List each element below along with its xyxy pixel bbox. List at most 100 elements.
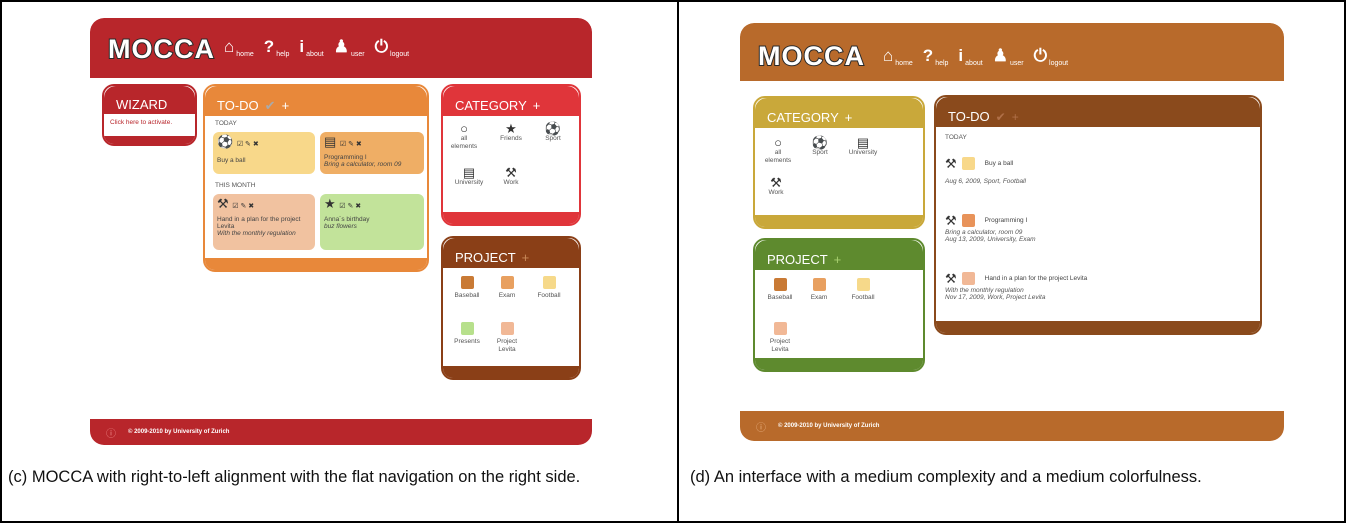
todo-header: TO-DO ✔ + <box>936 97 1260 127</box>
check-icon[interactable]: ✔ <box>996 110 1006 124</box>
project-header: PROJECT + <box>443 238 579 268</box>
category-item[interactable]: ⚒ Work <box>491 166 531 187</box>
project-item[interactable]: Football <box>843 278 883 302</box>
wizard-header: WIZARD <box>104 86 195 114</box>
circle-icon: ○ <box>774 135 782 150</box>
category-footer <box>755 215 923 227</box>
nav-user[interactable]: ♟ user <box>992 46 1024 68</box>
footer-bar: ⓘ © 2009-2010 by University of Zurich <box>90 419 592 445</box>
add-icon[interactable]: + <box>282 98 290 113</box>
category-footer <box>443 212 579 224</box>
about-icon: i <box>299 37 305 56</box>
soccer-ball-icon: ⚽ <box>811 135 829 150</box>
nav-home[interactable]: ⌂ home <box>224 37 254 59</box>
project-item[interactable]: Baseball <box>761 278 799 302</box>
about-icon: i <box>958 46 964 65</box>
project-item[interactable]: Exam <box>489 276 525 300</box>
todo-item[interactable]: ⚒ Buy a ball Aug 6, 2009, Sport, Footbal… <box>945 157 1245 185</box>
todo-footer <box>936 321 1260 333</box>
project-item[interactable]: Baseball <box>449 276 485 300</box>
logout-icon: ⏻ <box>374 37 389 56</box>
footer-bar: ⓘ © 2009-2010 by University of Zurich <box>740 411 1284 441</box>
nav-logout[interactable]: ⏻ logout <box>374 37 410 59</box>
project-box: PROJECT + Baseball Exam Football Present… <box>441 236 581 380</box>
todo-card[interactable]: ⚒ ☑ ✎ ✖ Hand in a plan for the project L… <box>213 194 315 250</box>
project-footer <box>755 358 923 370</box>
calculator-icon: ▤ <box>462 165 476 180</box>
todo-card[interactable]: ▤ ☑ ✎ ✖ Programming I Bring a calculator… <box>320 132 424 174</box>
add-icon[interactable]: + <box>845 110 853 125</box>
star-icon: ★ <box>505 121 517 136</box>
caption-c: (c) MOCCA with right-to-left alignment w… <box>8 468 581 486</box>
project-item[interactable]: Presents <box>449 322 485 346</box>
mocca-screen-d: MOCCA ⌂ home ? help i about ♟ user ⏻ logout C… <box>740 23 1284 441</box>
tools-icon: ⚒ <box>770 175 782 190</box>
todo-card[interactable]: ★ ☑ ✎ ✖ Anna´s birthday buz flowers <box>320 194 424 250</box>
category-box: CATEGORY + ○ all elements ★ Friends ⚽ Sport… <box>441 84 581 226</box>
user-icon: ♟ <box>333 37 349 56</box>
category-item[interactable]: ⚒ Work <box>761 176 791 197</box>
project-item[interactable]: Project Levita <box>761 322 799 354</box>
add-icon[interactable]: + <box>522 250 530 265</box>
tools-icon: ⚒ <box>945 271 957 286</box>
circle-icon: ○ <box>460 121 468 136</box>
nav-about[interactable]: i about <box>958 46 982 68</box>
help-icon: ? <box>922 46 934 65</box>
todo-card[interactable]: ⚽ ☑ ✎ ✖ Buy a ball <box>213 132 315 174</box>
home-icon: ⌂ <box>883 46 894 65</box>
help-icon: ? <box>263 37 275 56</box>
logout-icon: ⏻ <box>1033 46 1048 65</box>
project-item[interactable]: Project Levita <box>489 322 525 354</box>
tools-icon: ⚒ ☑ ✎ ✖ <box>217 196 255 211</box>
soccer-ball-icon: ⚽ <box>544 121 562 136</box>
nav-help[interactable]: ? help <box>263 37 290 59</box>
category-header: CATEGORY + <box>443 86 579 116</box>
star-icon: ★ ☑ ✎ ✖ <box>324 196 362 211</box>
add-icon[interactable]: + <box>533 98 541 113</box>
caption-d: (d) An interface with a medium complexit… <box>690 468 1202 486</box>
category-item[interactable]: ○ all elements <box>449 122 479 151</box>
category-item[interactable]: ⚽ Sport <box>805 136 835 157</box>
mocca-screen-c: MOCCA ⌂ home ? help i about ♟ user ⏻ logout W… <box>90 18 592 445</box>
wizard-activate-link[interactable]: Click here to activate. <box>104 114 195 131</box>
info-icon: ⓘ <box>106 428 116 440</box>
soccer-ball-icon: ⚽ ☑ ✎ ✖ <box>217 134 259 149</box>
info-icon: ⓘ <box>756 422 766 434</box>
category-item[interactable]: ▤ University <box>841 136 885 157</box>
nav-help[interactable]: ? help <box>922 46 949 68</box>
nav-home[interactable]: ⌂ home <box>883 46 913 68</box>
category-box: CATEGORY + ○ all elements ⚽ Sport ▤ Univers… <box>753 96 925 229</box>
todo-box: TO-DO ✔ + TODAY ⚒ Buy a ball Aug 6, 2009… <box>934 95 1262 335</box>
todo-item[interactable]: ⚒ Hand in a plan for the project Levita … <box>945 272 1255 301</box>
calculator-icon: ▤ ☑ ✎ ✖ <box>324 134 362 149</box>
category-item[interactable]: ★ Friends <box>491 122 531 143</box>
category-item[interactable]: ⚽ Sport <box>533 122 573 143</box>
todo-box: TO-DO ✔ + TODAY ⚽ ☑ ✎ ✖ Buy a ball ▤ ☑ ✎… <box>203 84 429 272</box>
project-box: PROJECT + Baseball Exam Football Project… <box>753 238 925 372</box>
nav-logout[interactable]: ⏻ logout <box>1033 46 1069 68</box>
category-item[interactable]: ▤ University <box>449 166 489 187</box>
calculator-icon: ▤ <box>856 135 870 150</box>
todo-header: TO-DO ✔ + <box>205 86 427 116</box>
check-icon[interactable]: ✔ <box>265 98 276 114</box>
tools-icon: ⚒ <box>945 156 957 171</box>
figure-divider <box>677 0 679 523</box>
project-header: PROJECT + <box>755 240 923 270</box>
tools-icon: ⚒ <box>505 165 517 180</box>
add-icon[interactable]: + <box>834 252 842 267</box>
home-icon: ⌂ <box>224 37 235 56</box>
wizard-box: WIZARD Click here to activate. <box>102 84 197 146</box>
app-logo: MOCCA <box>107 33 215 65</box>
todo-item[interactable]: ⚒ Programming I Bring a calculator, room… <box>945 214 1245 243</box>
project-item[interactable]: Exam <box>803 278 835 302</box>
wizard-footer <box>104 136 195 144</box>
tools-icon: ⚒ <box>945 213 957 228</box>
category-item[interactable]: ○ all elements <box>761 136 795 165</box>
project-item[interactable]: Football <box>529 276 569 300</box>
nav-user[interactable]: ♟ user <box>333 37 365 59</box>
category-header: CATEGORY + <box>755 98 923 128</box>
add-icon[interactable]: + <box>1012 110 1019 124</box>
user-icon: ♟ <box>992 46 1008 65</box>
app-logo: MOCCA <box>757 40 865 72</box>
nav-about[interactable]: i about <box>299 37 323 59</box>
